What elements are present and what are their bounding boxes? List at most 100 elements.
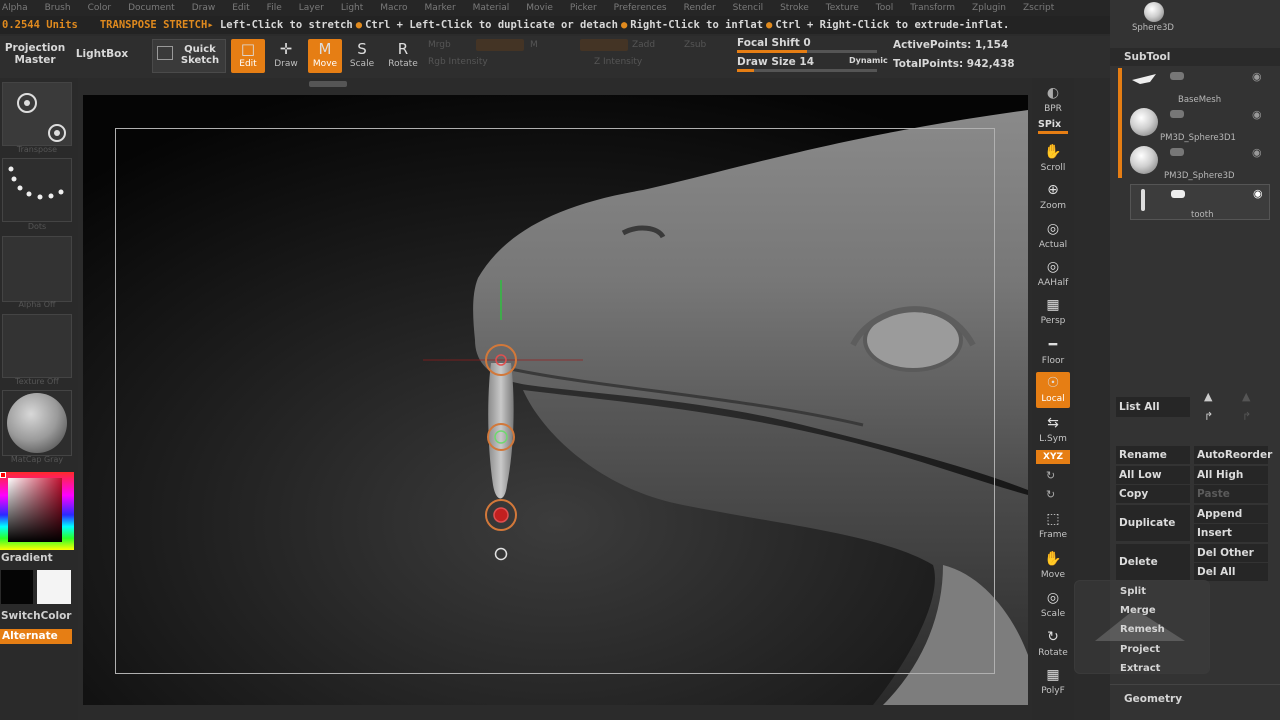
subtool-row-pm3d-sphere3d[interactable]: ◉ PM3D_Sphere3D — [1130, 144, 1270, 181]
z-intensity-slider[interactable]: Z Intensity — [594, 57, 642, 67]
menu-light[interactable]: Light — [341, 3, 363, 13]
move-down-arrow-icon[interactable]: ↱ — [1204, 410, 1213, 423]
rotate-x-icon[interactable]: ↻ — [1046, 469, 1055, 482]
gradient-label[interactable]: Gradient — [1, 552, 53, 564]
spix-track[interactable] — [1038, 131, 1068, 134]
subtool-scroll-indicator[interactable] — [1118, 68, 1122, 178]
menu-document[interactable]: Document — [128, 3, 175, 13]
del-all-button[interactable]: Del All — [1194, 563, 1268, 581]
matcap-thumbnail[interactable] — [2, 390, 72, 456]
visibility-eye-icon[interactable]: ◉ — [1252, 146, 1262, 159]
subtool-row-tooth-selected[interactable]: ◉ tooth — [1130, 184, 1270, 220]
switchcolor-button[interactable]: SwitchColor — [1, 610, 72, 622]
menu-alpha[interactable]: Alpha — [2, 3, 28, 13]
visibility-eye-icon[interactable]: ◉ — [1252, 108, 1262, 121]
all-low-button[interactable]: All Low — [1116, 466, 1190, 484]
menu-tool[interactable]: Tool — [876, 3, 893, 13]
focal-shift-slider[interactable]: Focal Shift 0 — [737, 37, 811, 49]
visibility-eye-icon[interactable]: ◉ — [1253, 187, 1263, 200]
draw-button[interactable]: ✛ Draw — [269, 39, 303, 73]
zsub-label[interactable]: Zsub — [684, 40, 706, 50]
menu-picker[interactable]: Picker — [570, 3, 597, 13]
insert-button[interactable]: Insert — [1194, 524, 1268, 542]
menu-macro[interactable]: Macro — [380, 3, 407, 13]
all-high-button[interactable]: All High — [1194, 466, 1268, 484]
polypaint-toggle-icon[interactable] — [1170, 110, 1184, 118]
rgb-toggle[interactable] — [476, 39, 524, 51]
actual-view-button[interactable]: ◎ Actual — [1036, 218, 1070, 254]
color-field[interactable] — [8, 478, 62, 542]
scale-button[interactable]: S Scale — [345, 39, 379, 73]
scroll-view-button[interactable]: ✋ Scroll — [1036, 141, 1070, 177]
stroke-dots-thumbnail[interactable] — [2, 158, 72, 222]
color-picker[interactable] — [0, 472, 74, 550]
move-button[interactable]: M Move — [308, 39, 342, 73]
texture-thumbnail[interactable] — [2, 314, 72, 378]
menu-material[interactable]: Material — [473, 3, 510, 13]
menu-color[interactable]: Color — [88, 3, 112, 13]
edit-button[interactable]: □ Edit — [231, 39, 265, 73]
rotate-y-icon[interactable]: ↻ — [1046, 488, 1055, 501]
split-menu[interactable]: Split — [1120, 586, 1146, 597]
tool-thumbnail-sphere-icon[interactable] — [1144, 2, 1164, 22]
persp-view-button[interactable]: ▦ Persp — [1036, 294, 1070, 330]
menu-zplugin[interactable]: Zplugin — [972, 3, 1006, 13]
spix-slider[interactable]: SPix — [1038, 119, 1061, 130]
focal-shift-track[interactable] — [737, 50, 877, 53]
menu-stroke[interactable]: Stroke — [780, 3, 809, 13]
rotate-view-button[interactable]: ↻ Rotate — [1036, 626, 1070, 662]
menu-texture[interactable]: Texture — [826, 3, 859, 13]
projection-master-button[interactable]: Projection Master — [2, 42, 68, 66]
menu-marker[interactable]: Marker — [425, 3, 456, 13]
aahalf-view-button[interactable]: ◎ AAHalf — [1036, 256, 1070, 292]
transpose-thumbnail[interactable] — [2, 82, 72, 146]
menu-layer[interactable]: Layer — [299, 3, 324, 13]
subtool-row-pm3d-sphere3d1[interactable]: ◉ PM3D_Sphere3D1 — [1130, 106, 1270, 143]
floor-view-button[interactable]: ━ Floor — [1036, 334, 1070, 370]
move-view-button[interactable]: ✋ Move — [1036, 548, 1070, 584]
alpha-thumbnail[interactable] — [2, 236, 72, 302]
move-up-arrow-icon[interactable]: ▲ — [1204, 390, 1212, 403]
secondary-color-swatch[interactable] — [1, 570, 33, 604]
polypaint-toggle-icon[interactable] — [1170, 148, 1184, 156]
scroll-handle[interactable] — [309, 81, 347, 87]
menu-zscript[interactable]: Zscript — [1023, 3, 1054, 13]
alternate-button[interactable]: Alternate — [0, 629, 72, 644]
draw-size-slider[interactable]: Draw Size 14 — [737, 56, 814, 68]
duplicate-button[interactable]: Duplicate — [1116, 505, 1190, 541]
rotate-button[interactable]: R Rotate — [386, 39, 420, 73]
lightbox-button[interactable]: LightBox — [72, 48, 132, 60]
scale-view-button[interactable]: ◎ Scale — [1036, 587, 1070, 623]
dynamic-toggle[interactable]: Dynamic — [849, 56, 888, 65]
lsym-view-button[interactable]: ⇆ L.Sym — [1036, 412, 1070, 448]
draw-size-track[interactable] — [737, 69, 877, 72]
polypaint-toggle-icon[interactable] — [1170, 72, 1184, 80]
menu-render[interactable]: Render — [684, 3, 716, 13]
paste-button[interactable]: Paste — [1194, 485, 1268, 503]
frame-view-button[interactable]: ⬚ Frame — [1036, 508, 1070, 544]
append-button[interactable]: Append — [1194, 505, 1268, 523]
subtool-row-basemesh[interactable]: ◉ BaseMesh — [1130, 68, 1270, 105]
autoreorder-button[interactable]: AutoReorder — [1194, 446, 1272, 464]
quick-sketch-button[interactable]: Quick Sketch — [152, 39, 226, 73]
delete-button[interactable]: Delete — [1116, 544, 1190, 580]
menu-draw[interactable]: Draw — [192, 3, 216, 13]
polyf-view-button[interactable]: ▦ PolyF — [1036, 664, 1070, 700]
del-other-button[interactable]: Del Other — [1194, 544, 1268, 562]
menu-brush[interactable]: Brush — [45, 3, 71, 13]
menu-edit[interactable]: Edit — [232, 3, 249, 13]
zadd-label[interactable]: Zadd — [632, 40, 655, 50]
merge-menu[interactable]: Merge — [1120, 605, 1156, 616]
menu-transform[interactable]: Transform — [910, 3, 955, 13]
main-color-swatch[interactable] — [37, 570, 71, 604]
polypaint-toggle-icon[interactable] — [1171, 190, 1185, 198]
zoom-view-button[interactable]: ⊕ Zoom — [1036, 179, 1070, 215]
list-all-button[interactable]: List All — [1116, 397, 1190, 417]
rename-button[interactable]: Rename — [1116, 446, 1190, 464]
subtool-title[interactable]: SubTool — [1124, 51, 1170, 63]
menu-stencil[interactable]: Stencil — [733, 3, 763, 13]
visibility-eye-icon[interactable]: ◉ — [1252, 70, 1262, 83]
extract-menu[interactable]: Extract — [1120, 663, 1160, 674]
copy-button[interactable]: Copy — [1116, 485, 1190, 503]
rgb-intensity-slider[interactable]: Rgb Intensity — [428, 57, 488, 67]
